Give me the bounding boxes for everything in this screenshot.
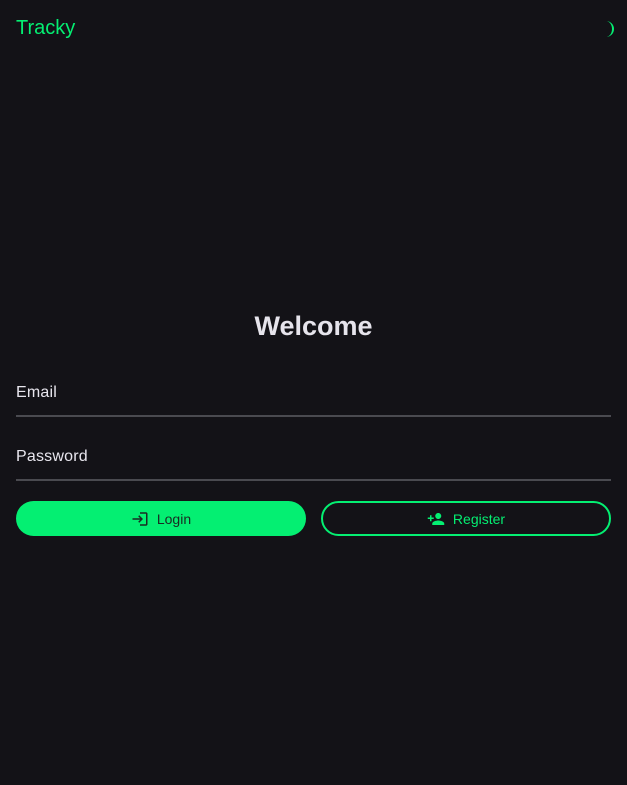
login-button-label: Login bbox=[156, 511, 192, 527]
person-add-icon bbox=[427, 510, 445, 528]
theme-toggle-button[interactable] bbox=[596, 18, 618, 40]
login-icon bbox=[131, 510, 149, 528]
register-button-label: Register bbox=[452, 511, 506, 527]
brand-title[interactable]: Tracky bbox=[16, 16, 75, 40]
email-field[interactable]: Email bbox=[16, 373, 611, 417]
password-field[interactable]: Password bbox=[16, 437, 611, 481]
login-button[interactable]: Login bbox=[16, 501, 306, 536]
top-bar: Tracky bbox=[0, 0, 627, 56]
email-input[interactable] bbox=[16, 373, 611, 415]
welcome-heading: Welcome bbox=[254, 311, 373, 341]
register-button[interactable]: Register bbox=[321, 501, 611, 536]
password-input[interactable] bbox=[16, 437, 611, 479]
app-root: Tracky Welcome Email Password Login Regi… bbox=[0, 0, 627, 785]
moon-icon bbox=[606, 21, 614, 37]
